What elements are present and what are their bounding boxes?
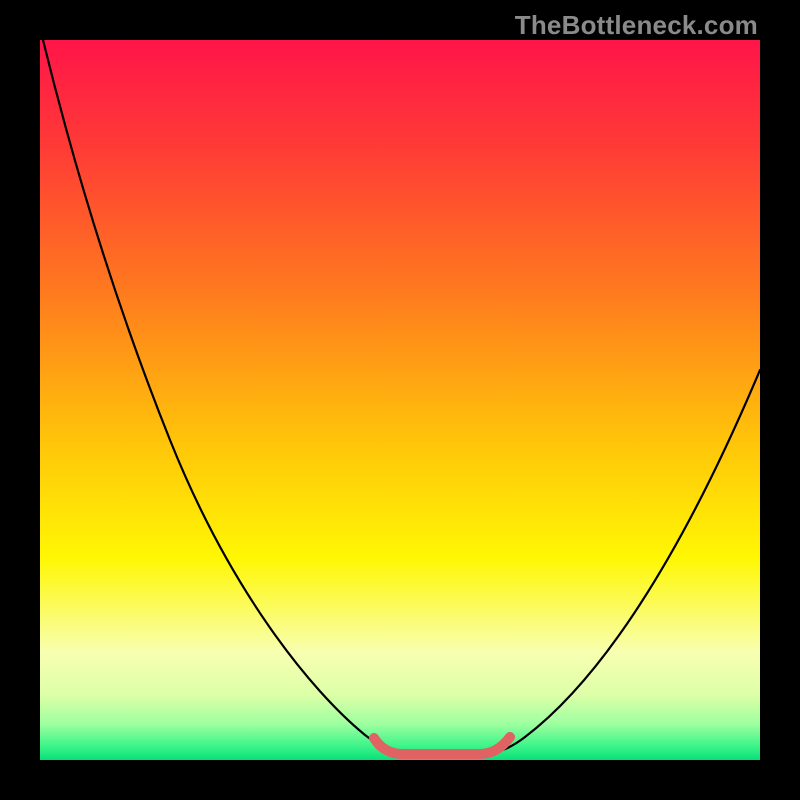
chart-stage: TheBottleneck.com <box>0 0 800 800</box>
chart-plot <box>40 40 760 760</box>
accent-bottom <box>374 737 510 754</box>
watermark-text: TheBottleneck.com <box>515 10 758 41</box>
main-curve <box>43 40 760 754</box>
